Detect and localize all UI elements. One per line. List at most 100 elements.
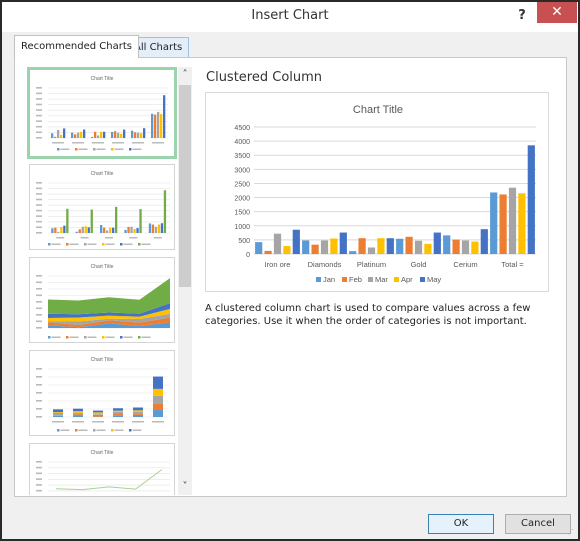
bar xyxy=(97,135,100,138)
thumbnail-line[interactable]: Chart Title xyxy=(29,443,175,495)
legend-label xyxy=(78,148,88,150)
bar xyxy=(137,132,140,138)
y-tick-label xyxy=(36,392,42,394)
bar xyxy=(139,209,142,233)
y-tick-label xyxy=(36,193,42,195)
help-button[interactable]: ? xyxy=(512,6,532,26)
x-tick-label xyxy=(152,421,164,423)
bar-segment xyxy=(133,413,143,415)
resize-grip-icon[interactable]: ⋰ xyxy=(567,528,575,536)
bar-jan xyxy=(302,240,310,254)
x-tick-label: Cerium xyxy=(453,260,477,269)
bar xyxy=(160,223,164,233)
bar-apr xyxy=(518,193,526,254)
bar xyxy=(71,132,74,138)
tab-content: Chart Title Chart Title Chart Title Char… xyxy=(14,57,567,497)
bar xyxy=(136,228,139,233)
thumbnail-scrollbar[interactable]: ˄ ˅ xyxy=(178,67,192,495)
y-tick-label xyxy=(36,114,42,117)
bar xyxy=(63,128,66,138)
thumbnail-stacked-area[interactable]: Chart Title xyxy=(29,257,175,343)
y-tick-label xyxy=(36,198,42,201)
bar-feb xyxy=(264,250,272,254)
bar-jan xyxy=(349,251,357,254)
bar-segment xyxy=(113,410,123,412)
y-tick-label xyxy=(36,125,42,128)
thumbnail-chart: Chart Title xyxy=(36,450,170,492)
legend-label xyxy=(78,429,88,431)
bar-segment xyxy=(113,413,123,416)
bar-segment xyxy=(53,413,63,416)
area-series xyxy=(48,278,170,315)
y-tick-label: 1500 xyxy=(234,210,250,217)
bar-mar xyxy=(273,233,282,254)
thumbnail-clustered-column[interactable]: Chart Title xyxy=(27,67,177,159)
bar xyxy=(163,190,167,233)
bar-segment xyxy=(153,388,163,396)
bar-jan xyxy=(396,238,404,254)
legend-swatch xyxy=(48,243,51,246)
legend-swatch xyxy=(57,429,60,432)
y-tick-label xyxy=(36,182,42,184)
bar xyxy=(123,129,126,138)
bar-segment xyxy=(153,395,163,404)
legend-label xyxy=(132,148,142,150)
scroll-down-arrow-icon[interactable]: ˅ xyxy=(178,479,192,495)
x-tick-label: Platinum xyxy=(357,260,386,269)
bar-segment xyxy=(73,415,83,417)
y-tick-label xyxy=(36,288,42,290)
bar xyxy=(120,134,123,138)
legend-swatch xyxy=(93,148,96,151)
bar-mar xyxy=(508,187,517,254)
legend-swatch xyxy=(84,243,87,246)
bar xyxy=(66,208,69,233)
bar xyxy=(83,129,86,138)
cancel-button[interactable]: Cancel xyxy=(505,514,571,534)
legend-label xyxy=(69,336,79,338)
ok-button[interactable]: OK xyxy=(428,514,494,534)
thumbnail-chart: Chart Title xyxy=(36,357,168,432)
y-tick-label xyxy=(36,320,42,323)
bar-apr xyxy=(424,243,432,254)
close-button[interactable]: ✕ xyxy=(537,2,577,23)
legend-label xyxy=(114,148,124,150)
tab-recommended-charts[interactable]: Recommended Charts xyxy=(14,35,139,58)
bar xyxy=(80,131,83,138)
bar xyxy=(51,133,54,138)
legend-label xyxy=(132,429,142,431)
thumbnail-stacked-column[interactable]: Chart Title xyxy=(29,350,175,436)
legend-label xyxy=(51,243,61,245)
legend-swatch xyxy=(368,277,373,282)
bar xyxy=(94,131,97,138)
y-tick-label xyxy=(36,301,42,303)
bar xyxy=(160,114,163,138)
chart-description: A clustered column chart is used to comp… xyxy=(205,303,531,327)
y-tick-label xyxy=(36,103,42,106)
chart-thumbnail-list: Chart Title Chart Title Chart Title Char… xyxy=(25,67,177,495)
y-tick-label xyxy=(36,109,42,111)
x-tick-label: Diamonds xyxy=(308,260,342,269)
legend-label: Apr xyxy=(401,275,413,284)
scroll-up-arrow-icon[interactable]: ˄ xyxy=(178,67,192,83)
y-tick-label xyxy=(36,120,42,122)
y-tick-label xyxy=(36,92,42,95)
y-tick-label xyxy=(36,368,42,370)
bar-segment xyxy=(73,408,83,412)
thumbnail-clustered-column-by-month[interactable]: Chart Title xyxy=(29,164,175,250)
x-tick-label xyxy=(129,237,138,239)
scrollbar-thumb[interactable] xyxy=(179,85,191,287)
y-tick-label: 4500 xyxy=(234,125,250,132)
y-tick-label xyxy=(36,489,42,492)
y-tick-label xyxy=(36,87,42,89)
bar-segment xyxy=(133,411,143,414)
x-tick-label xyxy=(112,142,124,144)
legend-label: May xyxy=(427,275,441,284)
y-tick-label xyxy=(36,400,42,402)
bar xyxy=(154,114,157,138)
bar xyxy=(112,227,115,233)
bar xyxy=(157,224,161,233)
bar xyxy=(115,206,118,233)
bar-mar xyxy=(414,240,423,254)
legend-swatch xyxy=(102,243,105,246)
thumbnail-chart: Chart Title xyxy=(36,76,168,151)
